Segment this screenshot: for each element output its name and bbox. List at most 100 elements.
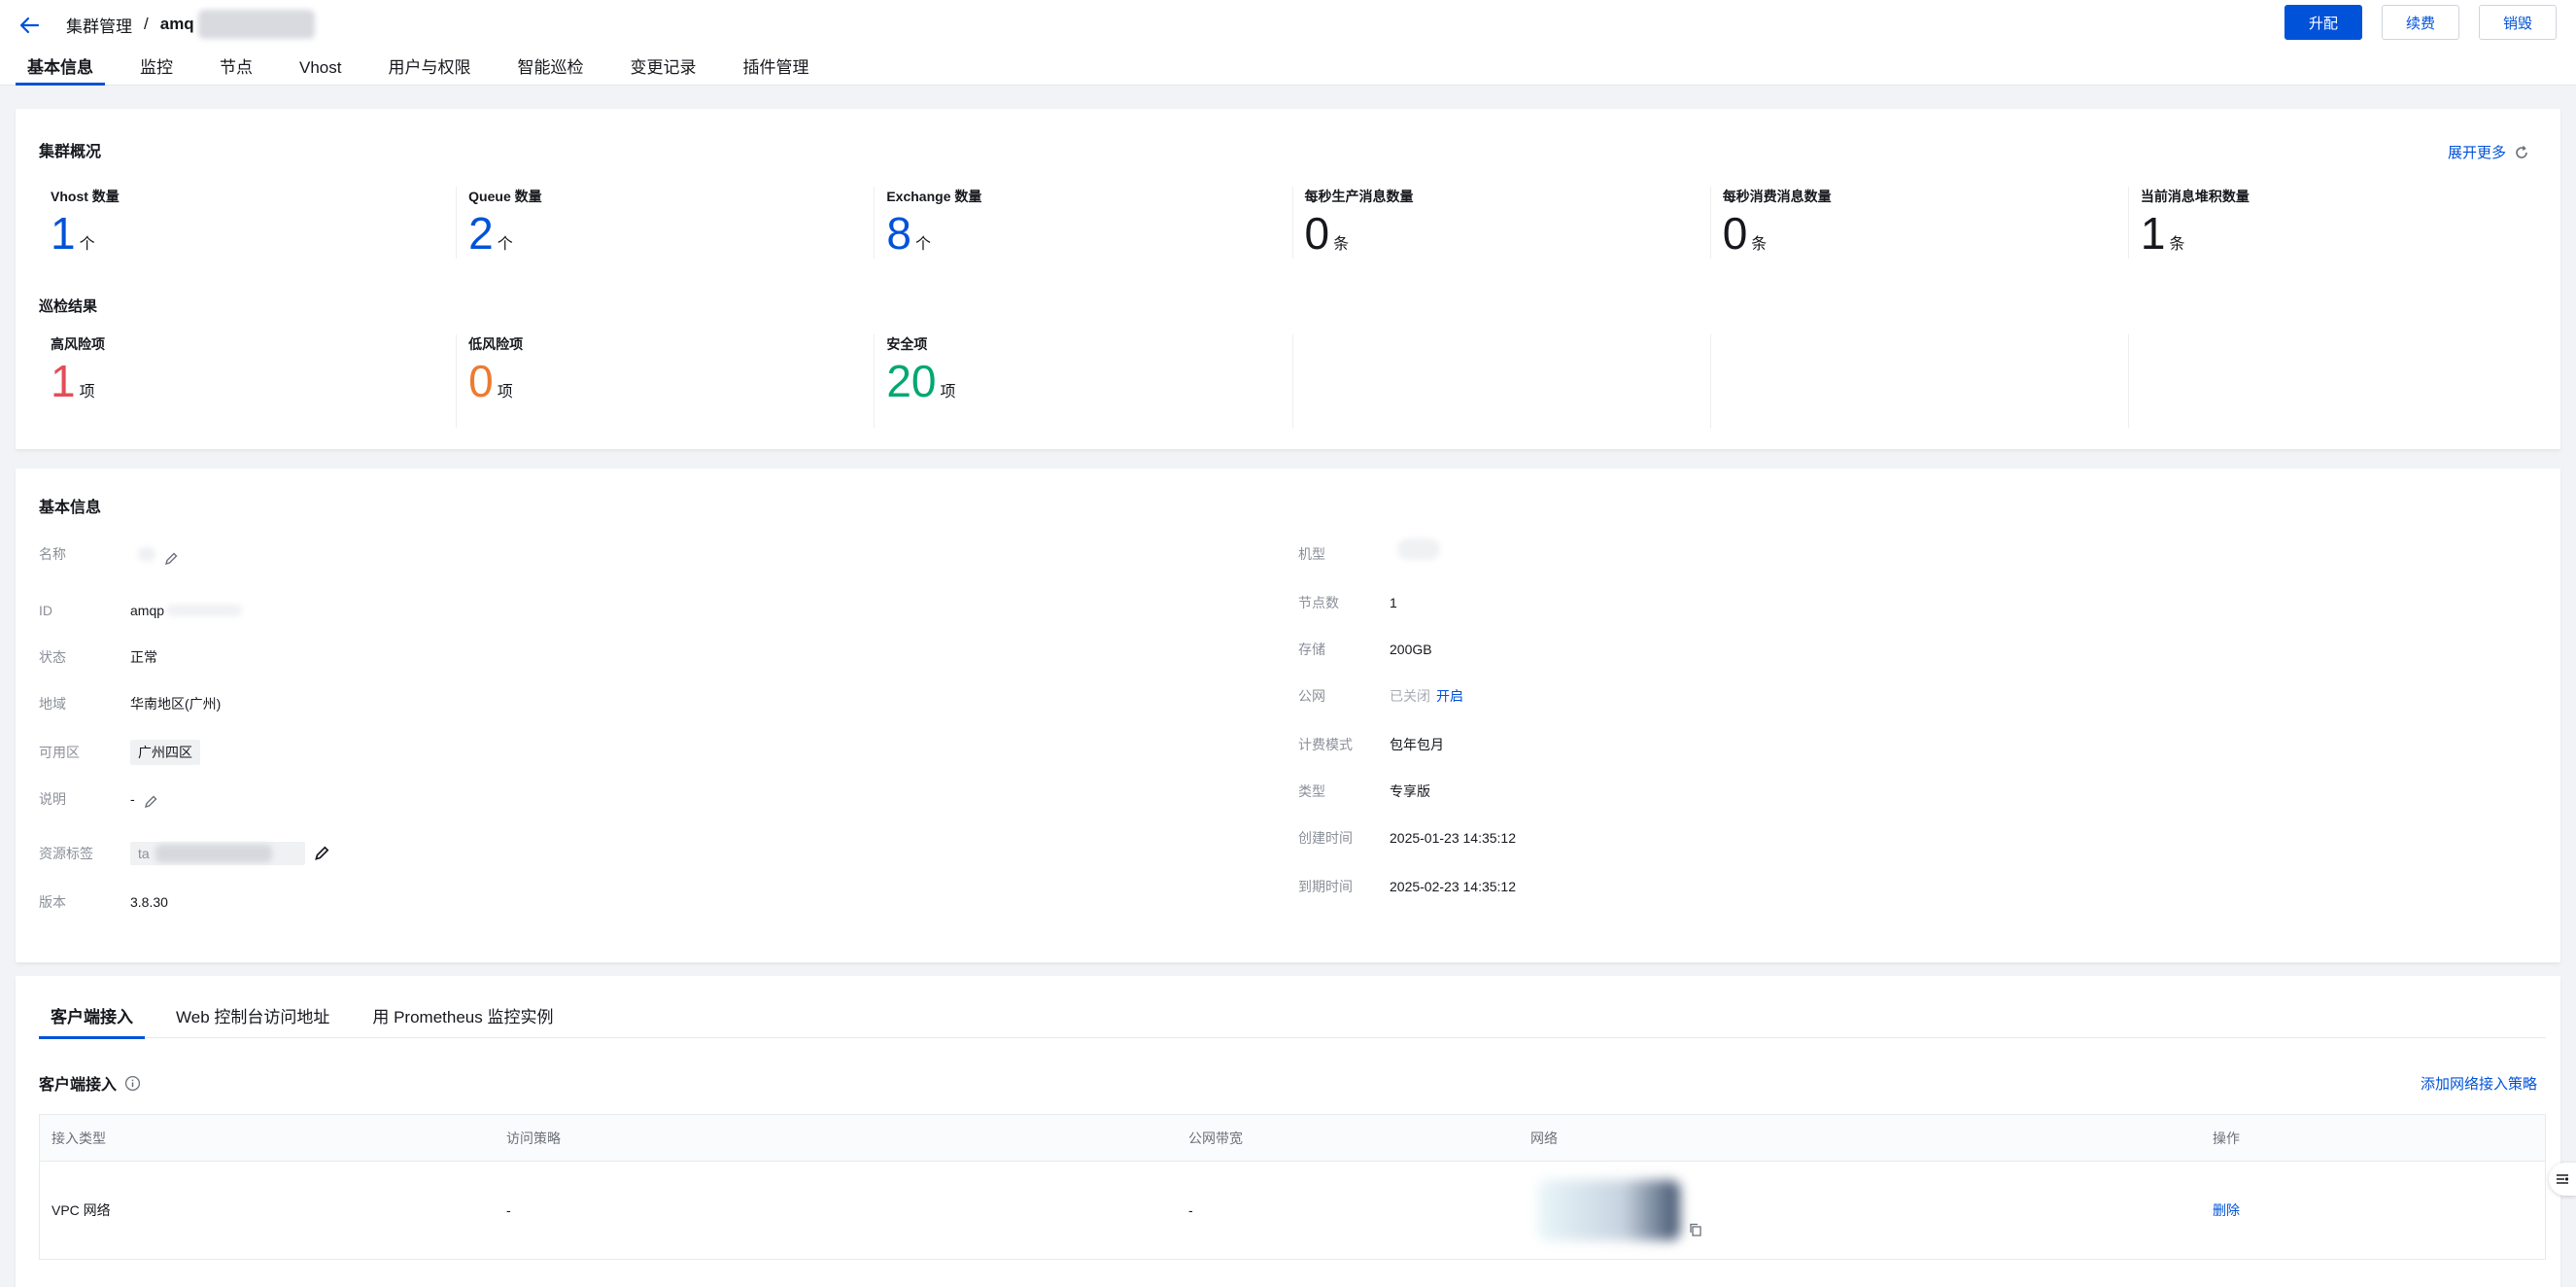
tab-change-log[interactable]: 变更记录 [618,56,707,86]
field-label: 名称 [39,546,66,562]
field-label: 资源标签 [39,846,93,861]
field-region: 地域 华南地区(广州) [39,690,221,717]
add-network-policy-link[interactable]: 添加网络接入策略 [2421,1073,2537,1094]
stat-unit: 条 [1333,236,1350,253]
redacted-tag [155,845,272,862]
field-billing-mode: 计费模式 包年包月 [1298,731,1444,758]
copy-icon[interactable] [1688,1222,1703,1237]
stat-value[interactable]: 8 [886,208,911,259]
main-tabs: 基本信息 监控 节点 Vhost 用户与权限 智能巡检 变更记录 插件管理 [16,56,843,86]
stat-value[interactable]: 1 [51,356,76,406]
upgrade-button[interactable]: 升配 [2284,5,2362,40]
stat-label: 每秒生产消息数量 [1304,189,1414,204]
overview-stats: Vhost 数量 1个 Queue 数量 2个 Exchange 数量 8个 每… [39,187,2546,259]
back-button[interactable] [12,8,47,43]
field-label: 状态 [39,649,66,665]
stat-unit: 个 [79,236,95,253]
public-network-status: 已关闭 [1390,688,1430,704]
field-label: 类型 [1298,783,1325,799]
id-value: amqp [130,603,165,618]
basic-info-title: 基本信息 [39,500,102,516]
stat-unit: 项 [79,384,95,400]
field-status: 状态 正常 [39,644,157,671]
stat-value[interactable]: 20 [886,356,936,406]
tab-prometheus-monitoring[interactable]: 用 Prometheus 监控实例 [361,1003,565,1038]
stat-value[interactable]: 0 [468,356,494,406]
column-header: 接入类型 [52,1130,106,1146]
stat-produce-rate: 每秒生产消息数量 0条 [1293,187,1711,259]
stat-label: 安全项 [886,336,928,352]
page-header: 集群管理 / amq 升配 续费 销毁 基本信息 监控 节点 Vhost 用户与… [0,0,2576,86]
info-icon[interactable] [124,1075,141,1092]
type-value: 专享版 [1390,783,1430,799]
table-row: VPC 网络 - - 删除 [40,1162,2545,1259]
stat-label: Queue 数量 [468,189,542,204]
network-cell [1519,1162,2201,1259]
field-node-count: 节点数 1 [1298,589,1397,616]
stat-backlog: 当前消息堆积数量 1条 [2129,187,2546,259]
tab-basic-info[interactable]: 基本信息 [16,56,105,86]
field-label: ID [39,603,52,618]
field-description: 说明 - [39,785,158,813]
redacted-id [166,605,243,616]
stat-low-risk: 低风险项 0项 [457,334,876,428]
breadcrumb-parent[interactable]: 集群管理 [66,13,132,37]
tab-vhost[interactable]: Vhost [288,56,353,86]
edit-icon[interactable] [313,845,330,862]
actions-cell: 删除 [2201,1162,2545,1259]
field-label: 公网 [1298,688,1325,704]
destroy-button[interactable]: 销毁 [2479,5,2557,40]
stat-consume-rate: 每秒消费消息数量 0条 [1711,187,2129,259]
overview-title: 集群概况 [39,144,102,160]
field-label: 节点数 [1298,595,1339,610]
stat-safe: 安全项 20 项 [875,334,1293,428]
column-header: 访问策略 [506,1130,561,1146]
client-access-title-text: 客户端接入 [39,1077,118,1094]
access-policy-cell: - [506,1202,511,1218]
status-value: 正常 [130,649,157,665]
stat-value[interactable]: 2 [468,208,494,259]
tab-users-permissions[interactable]: 用户与权限 [376,56,482,86]
stat-label: Exchange 数量 [886,189,982,204]
field-label: 可用区 [39,745,80,760]
refresh-icon [2516,145,2527,158]
field-label: 版本 [39,894,66,910]
stat-label: 高风险项 [51,336,105,352]
resource-tag-value: ta [138,846,150,861]
field-id: ID amqp [39,597,243,624]
stat-unit: 项 [940,384,956,400]
field-name: 名称 [39,540,179,568]
stat-value[interactable]: 1 [51,208,76,259]
arrow-left-icon [19,17,40,34]
edit-icon[interactable] [163,551,179,567]
edit-icon[interactable] [143,794,158,810]
region-value: 华南地区(广州) [130,696,222,712]
tab-client-access[interactable]: 客户端接入 [39,1003,145,1039]
bandwidth-cell: - [1188,1202,1193,1218]
stat-vhost-count: Vhost 数量 1个 [39,187,458,259]
field-label: 到期时间 [1298,879,1353,894]
inspection-stats: 高风险项 1项 低风险项 0项 安全项 20 项 [39,334,2546,428]
stat-unit: 个 [497,236,513,253]
field-label: 创建时间 [1298,830,1353,846]
delete-link[interactable]: 删除 [2213,1200,2240,1220]
column-header: 操作 [2213,1130,2240,1146]
field-label: 计费模式 [1298,737,1353,752]
renew-button[interactable]: 续费 [2382,5,2459,40]
tab-web-console-address[interactable]: Web 控制台访问地址 [164,1003,341,1038]
tab-monitor[interactable]: 监控 [128,56,185,86]
access-table: 接入类型 访问策略 公网带宽 网络 操作 VPC 网络 - - 删除 [39,1114,2546,1260]
tab-smart-inspection[interactable]: 智能巡检 [505,56,595,86]
side-panel-toggle[interactable] [2549,1163,2576,1196]
field-label: 存储 [1298,642,1325,657]
storage-value: 200GB [1390,642,1432,657]
stat-value: 1 [2140,208,2166,259]
stat-label: Vhost 数量 [51,189,120,204]
field-created-time: 创建时间 2025-01-23 14:35:12 [1298,824,1516,852]
stat-empty-cell [1711,334,2129,428]
tab-plugin-management[interactable]: 插件管理 [731,56,820,86]
expand-more-link[interactable]: 展开更多 [2448,142,2529,162]
enable-public-network-link[interactable]: 开启 [1436,686,1463,706]
tab-nodes[interactable]: 节点 [208,56,264,86]
column-header: 网络 [1530,1130,1558,1146]
